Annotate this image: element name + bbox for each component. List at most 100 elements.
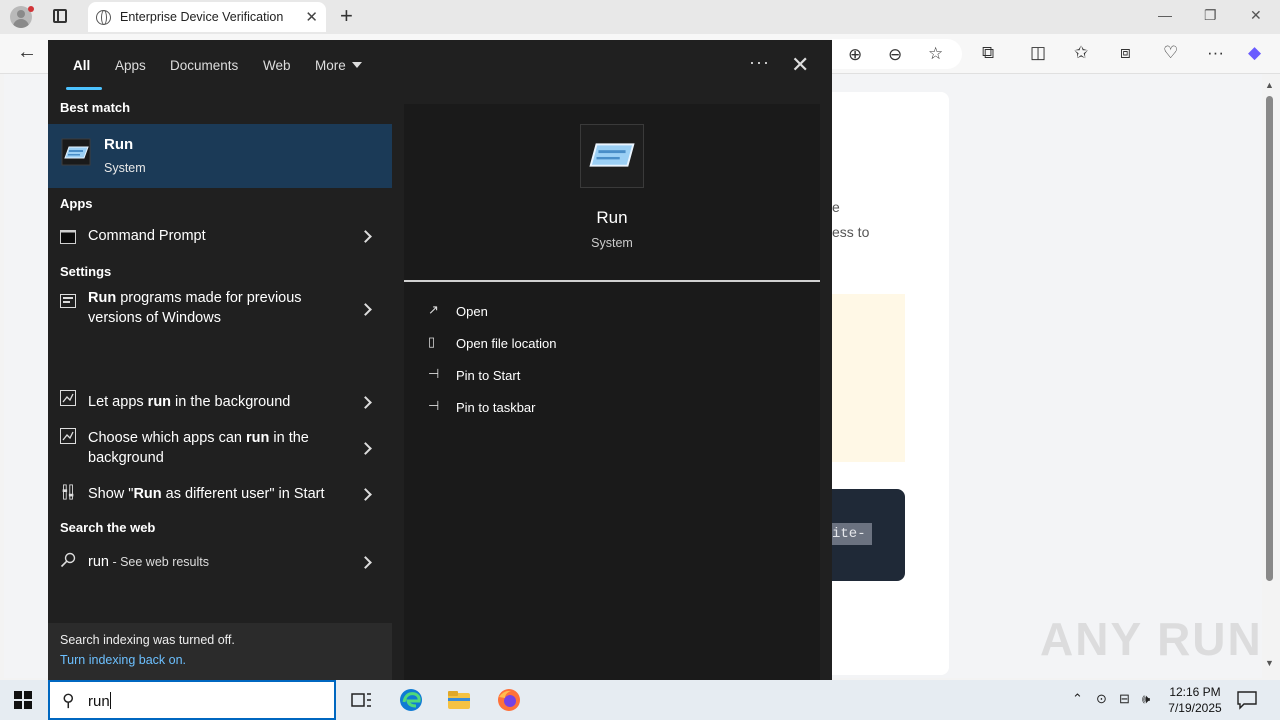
notifications-icon[interactable] [1236,689,1258,711]
clock-time: 12:16 PM [1169,685,1221,699]
result-label: Command Prompt [88,228,206,244]
chevron-right-icon[interactable] [360,488,372,500]
address-bar[interactable]: ⊕ ⊖ ☆ [832,39,962,69]
copilot-icon[interactable]: ◆ [1248,43,1261,63]
action-pin-to-start[interactable]: ⊣ Pin to Start [428,366,728,388]
pin-icon: ⊣ [428,366,440,381]
result-web-search[interactable]: run - See web results [48,546,392,578]
result-label: Let apps run in the background [88,392,358,412]
section-settings: Settings [60,264,112,279]
text-caret [109,692,111,709]
indexing-link[interactable]: Turn indexing back on. [60,653,186,667]
section-web: Search the web [60,520,156,535]
search-query: run [88,692,111,710]
card-text-line-1: e [832,199,840,215]
restore-button[interactable]: ❐ [1204,7,1217,24]
user-settings-icon [62,484,74,500]
network-icon[interactable]: ⊟ [1119,691,1130,707]
result-settings-compat[interactable]: Run programs made for previous versions … [48,286,392,332]
zoom-icon[interactable]: ⊕ [848,45,862,65]
back-button[interactable]: ← [17,41,37,64]
collections-icon[interactable]: ⧈ [1120,43,1131,63]
label-rest: in the background [171,394,291,410]
action-label: Pin to taskbar [456,400,536,415]
browser-tab[interactable]: Enterprise Device Verification ✕ [88,2,326,32]
tab-documents[interactable]: Documents [170,58,238,73]
scroll-up-icon[interactable]: ▲ [1265,80,1274,90]
favorite-star-icon[interactable]: ☆ [928,44,943,64]
task-view-icon[interactable] [348,687,374,713]
scroll-down-icon[interactable]: ▼ [1265,658,1274,668]
label-pre: Let apps [88,394,148,410]
highlight: run [147,394,172,410]
show-hidden-icons-icon[interactable]: ⌃ [1072,691,1083,707]
web-query: run [88,554,109,570]
verification-card: e ess to ite- [832,92,949,675]
system-clock[interactable]: 12:16 PM 7/19/2025 [1158,684,1232,716]
action-pin-to-taskbar[interactable]: ⊣ Pin to taskbar [428,398,728,420]
result-preview-pane: Run System ↗ Open ▯ Open file location ⊣… [404,104,820,680]
result-settings-run-as[interactable]: Show "Run as different user" in Start [48,480,392,508]
action-label: Open [456,304,488,319]
close-search-icon[interactable]: ✕ [791,52,809,78]
volume-icon[interactable]: 🕪 [1142,691,1150,707]
reading-mode-icon[interactable]: ⊖ [888,45,902,65]
result-label: Choose which apps can run in the backgro… [88,428,358,468]
result-settings-choose-apps[interactable]: Choose which apps can run in the backgro… [48,424,392,470]
result-settings-background[interactable]: Let apps run in the background [48,388,392,416]
split-screen-icon[interactable]: ◫ [1030,43,1046,63]
security-icon[interactable]: ⊙ [1096,691,1107,707]
tab-close-icon[interactable]: ✕ [305,8,318,26]
search-icon: ⚲ [62,691,75,710]
globe-icon [96,10,111,25]
code-block: ite- [832,489,905,581]
result-label: Run programs made for previous versions … [88,288,358,328]
label-pre: Show " [88,486,134,502]
code-snippet: ite- [832,523,872,545]
file-explorer-icon[interactable] [446,687,472,713]
tab-apps[interactable]: Apps [115,58,146,73]
tab-more[interactable]: More [315,58,362,73]
new-tab-button[interactable]: + [340,3,353,29]
favorites-icon[interactable]: ✩ [1074,43,1088,63]
search-filter-tabs: All Apps Documents Web More ··· ✕ [48,40,832,92]
file-location-icon: ▯ [428,334,436,349]
page-scrollbar[interactable]: ▲ ▼ [1262,74,1280,678]
more-options-icon[interactable]: ··· [749,52,770,73]
indexing-text: Search indexing was turned off. [60,633,235,647]
tab-title: Enterprise Device Verification [120,10,284,24]
action-open-file-location[interactable]: ▯ Open file location [428,334,728,356]
settings-more-icon[interactable]: ··· [1207,43,1224,63]
taskbar-search-input[interactable]: ⚲ run [48,680,336,720]
section-apps: Apps [60,196,93,211]
chevron-right-icon[interactable] [360,303,372,315]
result-command-prompt[interactable]: Command Prompt [48,220,392,252]
background-apps-icon [60,428,76,444]
tab-actions-icon[interactable] [53,9,67,23]
result-label: Show "Run as different user" in Start [88,484,358,504]
extensions-icon[interactable]: ⧉ [982,43,994,63]
window-close-button[interactable]: ✕ [1250,7,1262,24]
edge-browser-icon[interactable] [398,687,424,713]
browser-essentials-icon[interactable]: ♡ [1163,43,1178,63]
chevron-right-icon[interactable] [360,442,372,454]
tab-web[interactable]: Web [263,58,291,73]
chevron-right-icon[interactable] [360,230,372,242]
windows-start-icon[interactable] [14,691,32,709]
command-prompt-icon [60,230,76,244]
action-open[interactable]: ↗ Open [428,302,728,324]
chevron-right-icon[interactable] [360,556,372,568]
tab-more-label: More [315,58,346,73]
firefox-icon[interactable] [496,687,522,713]
action-label: Open file location [456,336,557,351]
scrollbar-thumb[interactable] [1266,96,1273,581]
chevron-right-icon[interactable] [360,396,372,408]
active-tab-indicator [66,87,102,90]
tab-all[interactable]: All [73,58,90,73]
watermark-logo: ANY RUN [1040,613,1263,665]
card-text-line-2: ess to [832,224,870,240]
action-label: Pin to Start [456,368,521,383]
best-match-run[interactable]: Run System [48,124,392,188]
minimize-button[interactable]: — [1158,7,1172,23]
highlight: Run [88,290,117,306]
